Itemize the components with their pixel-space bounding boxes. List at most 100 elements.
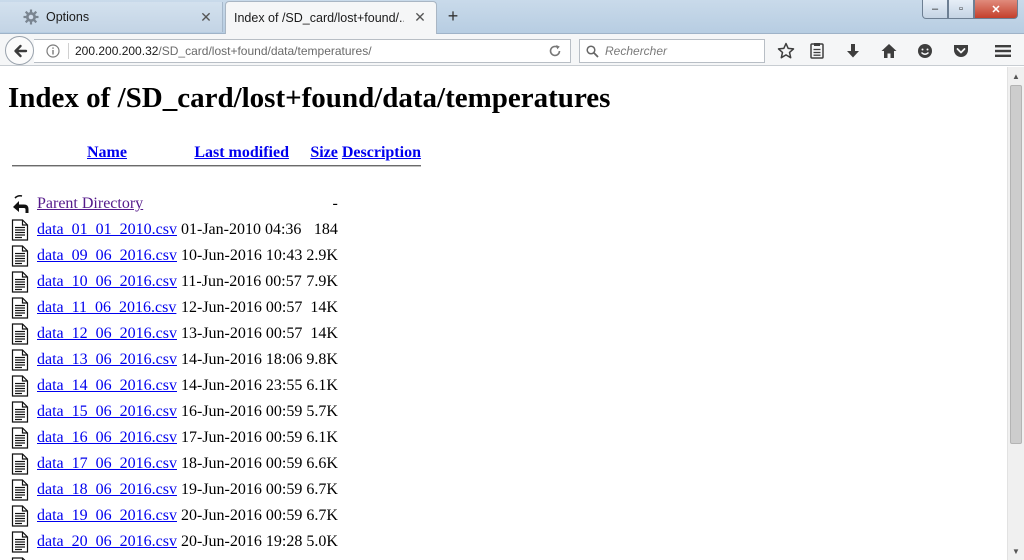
file-link[interactable]: data_09_06_2016.csv [37, 247, 177, 264]
name-cell: data_13_06_2016.csv [35, 347, 179, 373]
tab-index[interactable]: Index of /SD_card/lost+found/... ✕ [225, 1, 437, 34]
file-link[interactable]: data_01_01_2010.csv [37, 221, 177, 238]
close-tab-icon[interactable]: ✕ [412, 9, 428, 25]
name-cell: data_09_06_2016.csv [35, 243, 179, 269]
size-column-header: Size [304, 141, 340, 165]
scroll-down-arrow-icon[interactable]: ▼ [1008, 544, 1024, 560]
home-icon[interactable] [880, 42, 898, 60]
icon-cell [10, 373, 35, 399]
scroll-up-arrow-icon[interactable]: ▲ [1008, 69, 1024, 85]
navigation-toolbar: 200.200.200.32/SD_card/lost+found/data/t… [0, 34, 1024, 66]
sort-by-name-link[interactable]: Name [87, 144, 127, 161]
file-link[interactable]: data_13_06_2016.csv [37, 351, 177, 368]
parent-directory-link[interactable]: Parent Directory [37, 195, 143, 212]
hello-chat-icon[interactable] [916, 42, 934, 60]
icon-cell [10, 191, 35, 217]
minimize-button[interactable]: – [922, 0, 948, 19]
sort-by-modified-link[interactable]: Last modified [194, 144, 289, 161]
name-cell: data_17_06_2016.csv [35, 451, 179, 477]
url-separator [68, 43, 69, 59]
page-title: Index of /SD_card/lost+found/data/temper… [8, 82, 611, 114]
download-icon[interactable] [844, 42, 862, 60]
sort-by-size-link[interactable]: Size [310, 144, 338, 161]
file-link[interactable]: data_15_06_2016.csv [37, 403, 177, 420]
scrollbar-thumb[interactable] [1010, 85, 1022, 444]
header-divider-row [10, 165, 423, 191]
search-input[interactable]: Rechercher [579, 39, 765, 63]
description-cell [340, 373, 423, 399]
url-path: /SD_card/lost+found/data/temperatures/ [158, 44, 372, 58]
bookmark-star-icon[interactable] [777, 42, 795, 60]
pocket-icon[interactable] [952, 42, 970, 60]
icon-cell [10, 477, 35, 503]
name-cell: data_10_06_2016.csv [35, 269, 179, 295]
file-link[interactable]: data_10_06_2016.csv [37, 273, 177, 290]
description-cell [340, 555, 423, 560]
file-row: data_18_06_2016.csv 19-Jun-2016 00:59 6.7K [10, 477, 423, 503]
file-link[interactable]: data_17_06_2016.csv [37, 455, 177, 472]
size-cell: 6.1K [306, 377, 338, 394]
url-bar[interactable]: 200.200.200.32/SD_card/lost+found/data/t… [34, 39, 571, 63]
text-file-icon [11, 271, 29, 293]
description-cell [340, 243, 423, 269]
text-file-icon [11, 297, 29, 319]
close-window-button[interactable]: ✕ [974, 0, 1018, 19]
sort-by-description-link[interactable]: Description [342, 144, 421, 161]
name-cell: data_22_06_2016.csv [35, 555, 179, 560]
reload-icon[interactable] [548, 44, 562, 58]
text-file-icon [11, 453, 29, 475]
file-link[interactable]: data_20_06_2016.csv [37, 533, 177, 550]
modified-cell: 20-Jun-2016 00:59 [180, 507, 303, 524]
file-row: data_10_06_2016.csv 11-Jun-2016 00:57 7.9K [10, 269, 423, 295]
page-content: Index of /SD_card/lost+found/data/temper… [0, 67, 1007, 560]
name-cell: data_20_06_2016.csv [35, 529, 179, 555]
close-tab-icon[interactable]: ✕ [198, 9, 214, 25]
text-file-icon [11, 479, 29, 501]
text-file-icon [11, 427, 29, 449]
file-row: data_15_06_2016.csv 16-Jun-2016 00:59 5.7K [10, 399, 423, 425]
gear-icon [23, 9, 39, 25]
name-cell: data_18_06_2016.csv [35, 477, 179, 503]
name-cell: data_12_06_2016.csv [35, 321, 179, 347]
text-file-icon [11, 245, 29, 267]
size-cell: 6.1K [306, 429, 338, 446]
vertical-scrollbar[interactable]: ▲ ▼ [1007, 67, 1024, 560]
icon-cell [10, 243, 35, 269]
divider [12, 165, 421, 167]
file-link[interactable]: data_16_06_2016.csv [37, 429, 177, 446]
icon-cell [10, 451, 35, 477]
tab-options[interactable]: Options ✕ [0, 2, 223, 32]
bookmarks-list-icon[interactable] [808, 42, 826, 60]
description-cell [340, 477, 423, 503]
modified-cell: 11-Jun-2016 00:57 [180, 273, 302, 290]
icon-cell [10, 503, 35, 529]
back-button[interactable] [5, 36, 34, 65]
file-link[interactable]: data_12_06_2016.csv [37, 325, 177, 342]
directory-listing: Name Last modified Size Description Pare… [10, 141, 423, 560]
file-row: data_16_06_2016.csv 17-Jun-2016 00:59 6.1K [10, 425, 423, 451]
file-link[interactable]: data_14_06_2016.csv [37, 377, 177, 394]
tab-title: Options [46, 10, 90, 24]
size-cell: 5.0K [306, 533, 338, 550]
name-cell: data_15_06_2016.csv [35, 399, 179, 425]
icon-cell [10, 399, 35, 425]
new-tab-button[interactable]: + [443, 5, 463, 27]
icon-column-header [10, 141, 35, 165]
info-icon[interactable] [46, 44, 60, 58]
file-link[interactable]: data_18_06_2016.csv [37, 481, 177, 498]
maximize-button[interactable]: ▫ [948, 0, 974, 19]
text-file-icon [11, 531, 29, 553]
icon-cell [10, 295, 35, 321]
size-cell: 2.9K [306, 247, 338, 264]
modified-cell: 18-Jun-2016 00:59 [180, 455, 303, 472]
search-placeholder: Rechercher [605, 44, 668, 58]
description-cell [340, 217, 423, 243]
menu-hamburger-icon[interactable] [994, 42, 1012, 60]
description-column-header: Description [340, 141, 423, 165]
text-file-icon [11, 219, 29, 241]
size-cell: 6.7K [306, 507, 338, 524]
size-cell: 3.2K [304, 555, 340, 560]
file-link[interactable]: data_19_06_2016.csv [37, 507, 177, 524]
modified-cell: 14-Jun-2016 18:06 [180, 351, 303, 368]
file-link[interactable]: data_11_06_2016.csv [37, 299, 176, 316]
